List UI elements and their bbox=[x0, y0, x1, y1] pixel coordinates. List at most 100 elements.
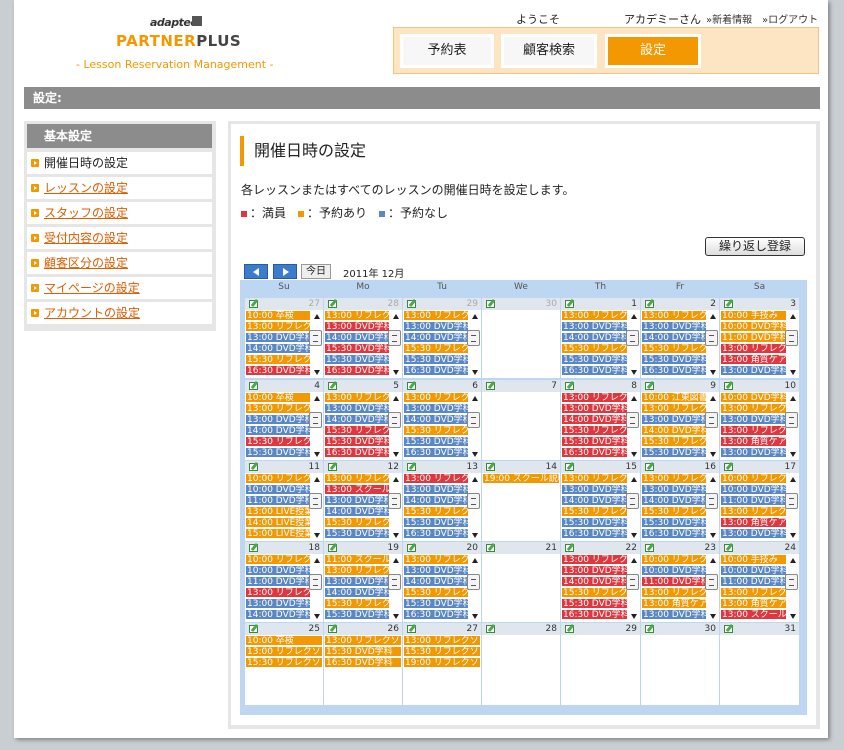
calendar-event[interactable]: 15:30 DVD学科 bbox=[562, 355, 627, 365]
calendar-event[interactable]: 13:00 DVD学科 bbox=[721, 529, 786, 539]
calendar-event[interactable]: 13:00 LIVE授業 bbox=[246, 507, 310, 517]
scroll-thumb[interactable] bbox=[626, 412, 639, 428]
edit-icon[interactable] bbox=[249, 544, 258, 552]
scroll-thumb[interactable] bbox=[309, 330, 322, 346]
edit-icon[interactable] bbox=[645, 300, 654, 308]
sidebar-item[interactable]: マイページの設定 bbox=[27, 277, 212, 299]
calendar-event[interactable]: 13:00 スクール bbox=[325, 485, 389, 495]
edit-icon[interactable] bbox=[407, 625, 416, 633]
calendar-event[interactable]: 13:00 DVD学科 bbox=[404, 566, 468, 576]
calendar-event[interactable]: 11:00 DVD学科 bbox=[246, 496, 310, 506]
calendar-day-cell[interactable]: 12 13:00 リフレク 13:00 スクール 13:00 DVD学科 14:00 D… bbox=[324, 461, 402, 541]
calendar-event[interactable]: 13:00 角質ケア bbox=[721, 355, 786, 365]
calendar-event[interactable]: 13:00 リフレク bbox=[325, 566, 389, 576]
calendar-event[interactable]: 16:30 DVD学科 bbox=[246, 366, 310, 376]
edit-icon[interactable] bbox=[328, 625, 337, 633]
scroll-thumb[interactable] bbox=[388, 493, 401, 509]
scroll-down-icon[interactable] bbox=[708, 612, 718, 621]
calendar-event[interactable]: 14:00 DVD学科 bbox=[325, 415, 389, 425]
calendar-day-cell[interactable]: 28 bbox=[482, 623, 560, 705]
calendar-event[interactable]: 15:30 DVD学科 bbox=[404, 599, 468, 609]
calendar-event[interactable]: 13:00 DVD学科 bbox=[642, 415, 706, 425]
scroll-up-icon[interactable] bbox=[391, 556, 401, 565]
logout-link[interactable]: »ログアウト bbox=[762, 11, 818, 26]
edit-icon[interactable] bbox=[249, 300, 258, 308]
scroll-down-icon[interactable] bbox=[708, 531, 718, 540]
calendar-event[interactable]: 15:30 DVD学科 bbox=[562, 518, 627, 528]
calendar-event[interactable]: 15:30 DVD学科 bbox=[325, 437, 389, 447]
scroll-thumb[interactable] bbox=[785, 412, 798, 428]
calendar-day-cell[interactable]: 19 11:00 スクール 13:00 リフレク 13:00 DVD学科 14:00 D… bbox=[324, 542, 402, 622]
calendar-day-cell[interactable]: 31 bbox=[720, 623, 799, 705]
calendar-event[interactable]: 10:00 リフレク bbox=[721, 474, 786, 484]
calendar-event[interactable]: 15:30 DVD学科 bbox=[325, 344, 389, 354]
calendar-event[interactable]: 15:30 DVD学科 bbox=[642, 518, 706, 528]
sidebar-item[interactable]: スタッフの設定 bbox=[27, 202, 212, 224]
partnerplus-logo[interactable]: adaptec PARTNERPLUS - Lesson Reservation… bbox=[70, 14, 274, 74]
calendar-event[interactable]: 15:30 DVD学科 bbox=[562, 599, 627, 609]
calendar-event[interactable]: 14:00 DVD学科 bbox=[562, 333, 627, 343]
scroll-down-icon[interactable] bbox=[788, 531, 798, 540]
calendar-event[interactable]: 13:00 DVD学科 bbox=[562, 322, 627, 332]
calendar-event[interactable]: 14:00 DVD学科 bbox=[642, 426, 706, 436]
calendar-event[interactable]: 13:00 リフレク bbox=[404, 311, 468, 321]
calendar-event[interactable]: 13:00 リフレク bbox=[562, 311, 627, 321]
calendar-event[interactable]: 16:30 DVD学科 bbox=[642, 529, 706, 539]
calendar-event[interactable]: 15:30 リフレク bbox=[642, 507, 706, 517]
scroll-down-icon[interactable] bbox=[312, 612, 322, 621]
calendar-event[interactable]: 10:00 DVD学科 bbox=[246, 566, 310, 576]
nav-settings-button[interactable]: 設定 bbox=[605, 34, 701, 68]
calendar-event[interactable]: 13:00 リフレクソロジ bbox=[404, 636, 480, 646]
calendar-event[interactable]: 14:00 DVD学科 bbox=[404, 333, 468, 343]
calendar-event[interactable]: 14:00 DVD学科 bbox=[404, 577, 468, 587]
scroll-thumb[interactable] bbox=[309, 493, 322, 509]
edit-icon[interactable] bbox=[645, 625, 654, 633]
calendar-event[interactable]: 13:00 DVD学科 bbox=[325, 404, 389, 414]
calendar-event[interactable]: 13:00 リフレク bbox=[721, 426, 786, 436]
calendar-day-cell[interactable]: 30 bbox=[482, 298, 560, 378]
calendar-event[interactable]: 13:00 リフレク bbox=[325, 393, 389, 403]
calendar-day-cell[interactable]: 3 10:00 手技み 10:00 DVD学科 11:00 DVD学科 13:00 リフ… bbox=[720, 298, 799, 378]
scroll-up-icon[interactable] bbox=[470, 556, 480, 565]
calendar-day-cell[interactable]: 6 13:00 リフレク 13:00 DVD学科 14:00 DVD学科 15:30 リ… bbox=[403, 380, 481, 460]
calendar-event[interactable]: 13:00 DVD学科 bbox=[562, 566, 627, 576]
calendar-event[interactable]: 10:00 DVD学科 bbox=[642, 566, 706, 576]
calendar-event[interactable]: 14:00 DVD学科 bbox=[404, 415, 468, 425]
calendar-event[interactable]: 13:00 DVD学科 bbox=[404, 485, 468, 495]
calendar-event[interactable]: 15:30 リフレクソロジ bbox=[404, 647, 480, 657]
calendar-event[interactable]: 13:00 角質ケア bbox=[721, 599, 786, 609]
scroll-thumb[interactable] bbox=[309, 412, 322, 428]
sidebar-item[interactable]: 顧客区分の設定 bbox=[27, 252, 212, 274]
calendar-event[interactable]: 14:00 DVD学科 bbox=[404, 496, 468, 506]
calendar-event[interactable]: 13:00 リフレク bbox=[246, 404, 310, 414]
calendar-day-cell[interactable]: 20 13:00 リフレク 13:00 DVD学科 14:00 DVD学科 15:30 … bbox=[403, 542, 481, 622]
edit-icon[interactable] bbox=[407, 300, 416, 308]
scroll-up-icon[interactable] bbox=[470, 475, 480, 484]
scroll-thumb[interactable] bbox=[785, 574, 798, 590]
scroll-up-icon[interactable] bbox=[788, 312, 798, 321]
scroll-thumb[interactable] bbox=[388, 412, 401, 428]
calendar-event[interactable]: 10:00 DVD学科 bbox=[721, 485, 786, 495]
calendar-day-cell[interactable]: 26 13:00 リフレクソロジ15:30 DVD学科16:30 DVD学科 bbox=[324, 623, 402, 705]
scroll-up-icon[interactable] bbox=[708, 394, 718, 403]
calendar-day-cell[interactable]: 1 13:00 リフレク 13:00 DVD学科 14:00 DVD学科 15:30 リ… bbox=[561, 298, 640, 378]
calendar-event[interactable]: 14:00 DVD学科 bbox=[562, 415, 627, 425]
edit-icon[interactable] bbox=[724, 463, 733, 471]
edit-icon[interactable] bbox=[645, 463, 654, 471]
calendar-event[interactable]: 10:00 DVD学科 bbox=[721, 393, 786, 403]
scroll-thumb[interactable] bbox=[626, 493, 639, 509]
scroll-thumb[interactable] bbox=[705, 330, 718, 346]
edit-icon[interactable] bbox=[328, 300, 337, 308]
calendar-event[interactable]: 13:00 リフレク bbox=[642, 474, 706, 484]
scroll-thumb[interactable] bbox=[705, 493, 718, 509]
scroll-up-icon[interactable] bbox=[470, 394, 480, 403]
scroll-down-icon[interactable] bbox=[788, 368, 798, 377]
scroll-thumb[interactable] bbox=[785, 330, 798, 346]
calendar-day-cell[interactable]: 18 10:00 リフレク 10:00 DVD学科 11:00 DVD学科 13:00 … bbox=[245, 542, 323, 622]
calendar-event[interactable]: 16:30 DVD学科 bbox=[404, 448, 468, 458]
calendar-event[interactable]: 16:30 DVD学科 bbox=[404, 610, 468, 620]
calendar-event[interactable]: 13:00 リフレク bbox=[721, 507, 786, 517]
calendar-event[interactable]: 16:30 DVD学科 bbox=[325, 366, 389, 376]
calendar-event[interactable]: 15:30 リフレク bbox=[246, 437, 310, 447]
calendar-day-cell[interactable]: 7 bbox=[482, 380, 560, 460]
